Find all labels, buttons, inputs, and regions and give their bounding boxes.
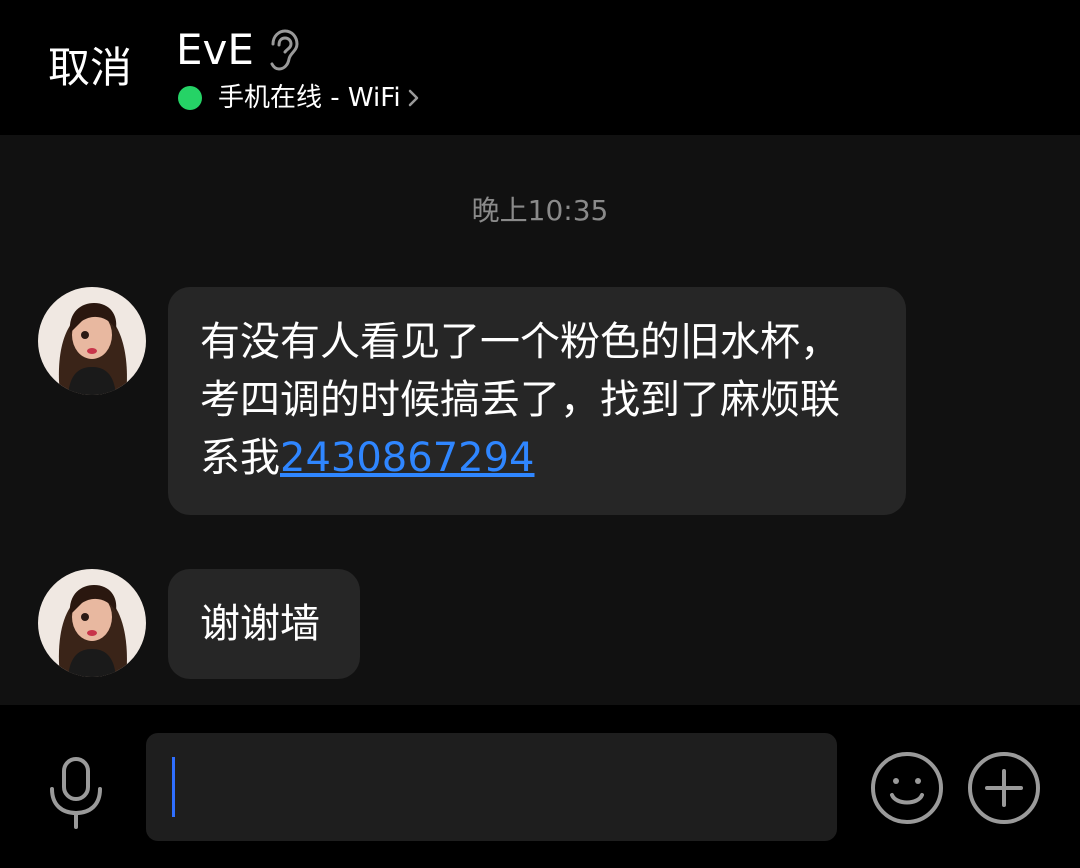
ear-icon[interactable] bbox=[266, 28, 300, 72]
title-row: EvE bbox=[176, 24, 300, 76]
status-text: 手机在线 - WiFi bbox=[218, 83, 401, 113]
message-text: 谢谢墙 bbox=[200, 601, 320, 647]
message-timestamp: 晚上10:35 bbox=[471, 194, 609, 227]
chat-area[interactable]: 晚上10:35 有没有人看见了一个粉色的旧水杯，考四调的时候搞丢了，找到了麻烦联… bbox=[0, 135, 1080, 705]
smiley-icon[interactable] bbox=[870, 751, 944, 825]
text-caret bbox=[172, 757, 175, 817]
message-input[interactable] bbox=[146, 733, 837, 841]
online-dot-icon bbox=[178, 86, 202, 110]
avatar[interactable] bbox=[38, 569, 146, 677]
message-bubble[interactable]: 有没有人看见了一个粉色的旧水杯，考四调的时候搞丢了，找到了麻烦联系我243086… bbox=[168, 287, 906, 515]
contact-name[interactable]: EvE bbox=[176, 24, 254, 76]
avatar[interactable] bbox=[38, 287, 146, 395]
chat-header: 取消 EvE 手机在线 - WiFi bbox=[0, 0, 1080, 135]
message-link[interactable]: 2430867294 bbox=[280, 435, 535, 481]
message-bubble[interactable]: 谢谢墙 bbox=[168, 569, 360, 679]
chevron-right-icon bbox=[407, 86, 421, 110]
online-status[interactable]: 手机在线 - WiFi bbox=[178, 80, 421, 116]
cancel-button[interactable]: 取消 bbox=[48, 40, 132, 96]
microphone-icon[interactable] bbox=[44, 755, 108, 831]
input-bar bbox=[0, 705, 1080, 868]
plus-icon[interactable] bbox=[967, 751, 1041, 825]
